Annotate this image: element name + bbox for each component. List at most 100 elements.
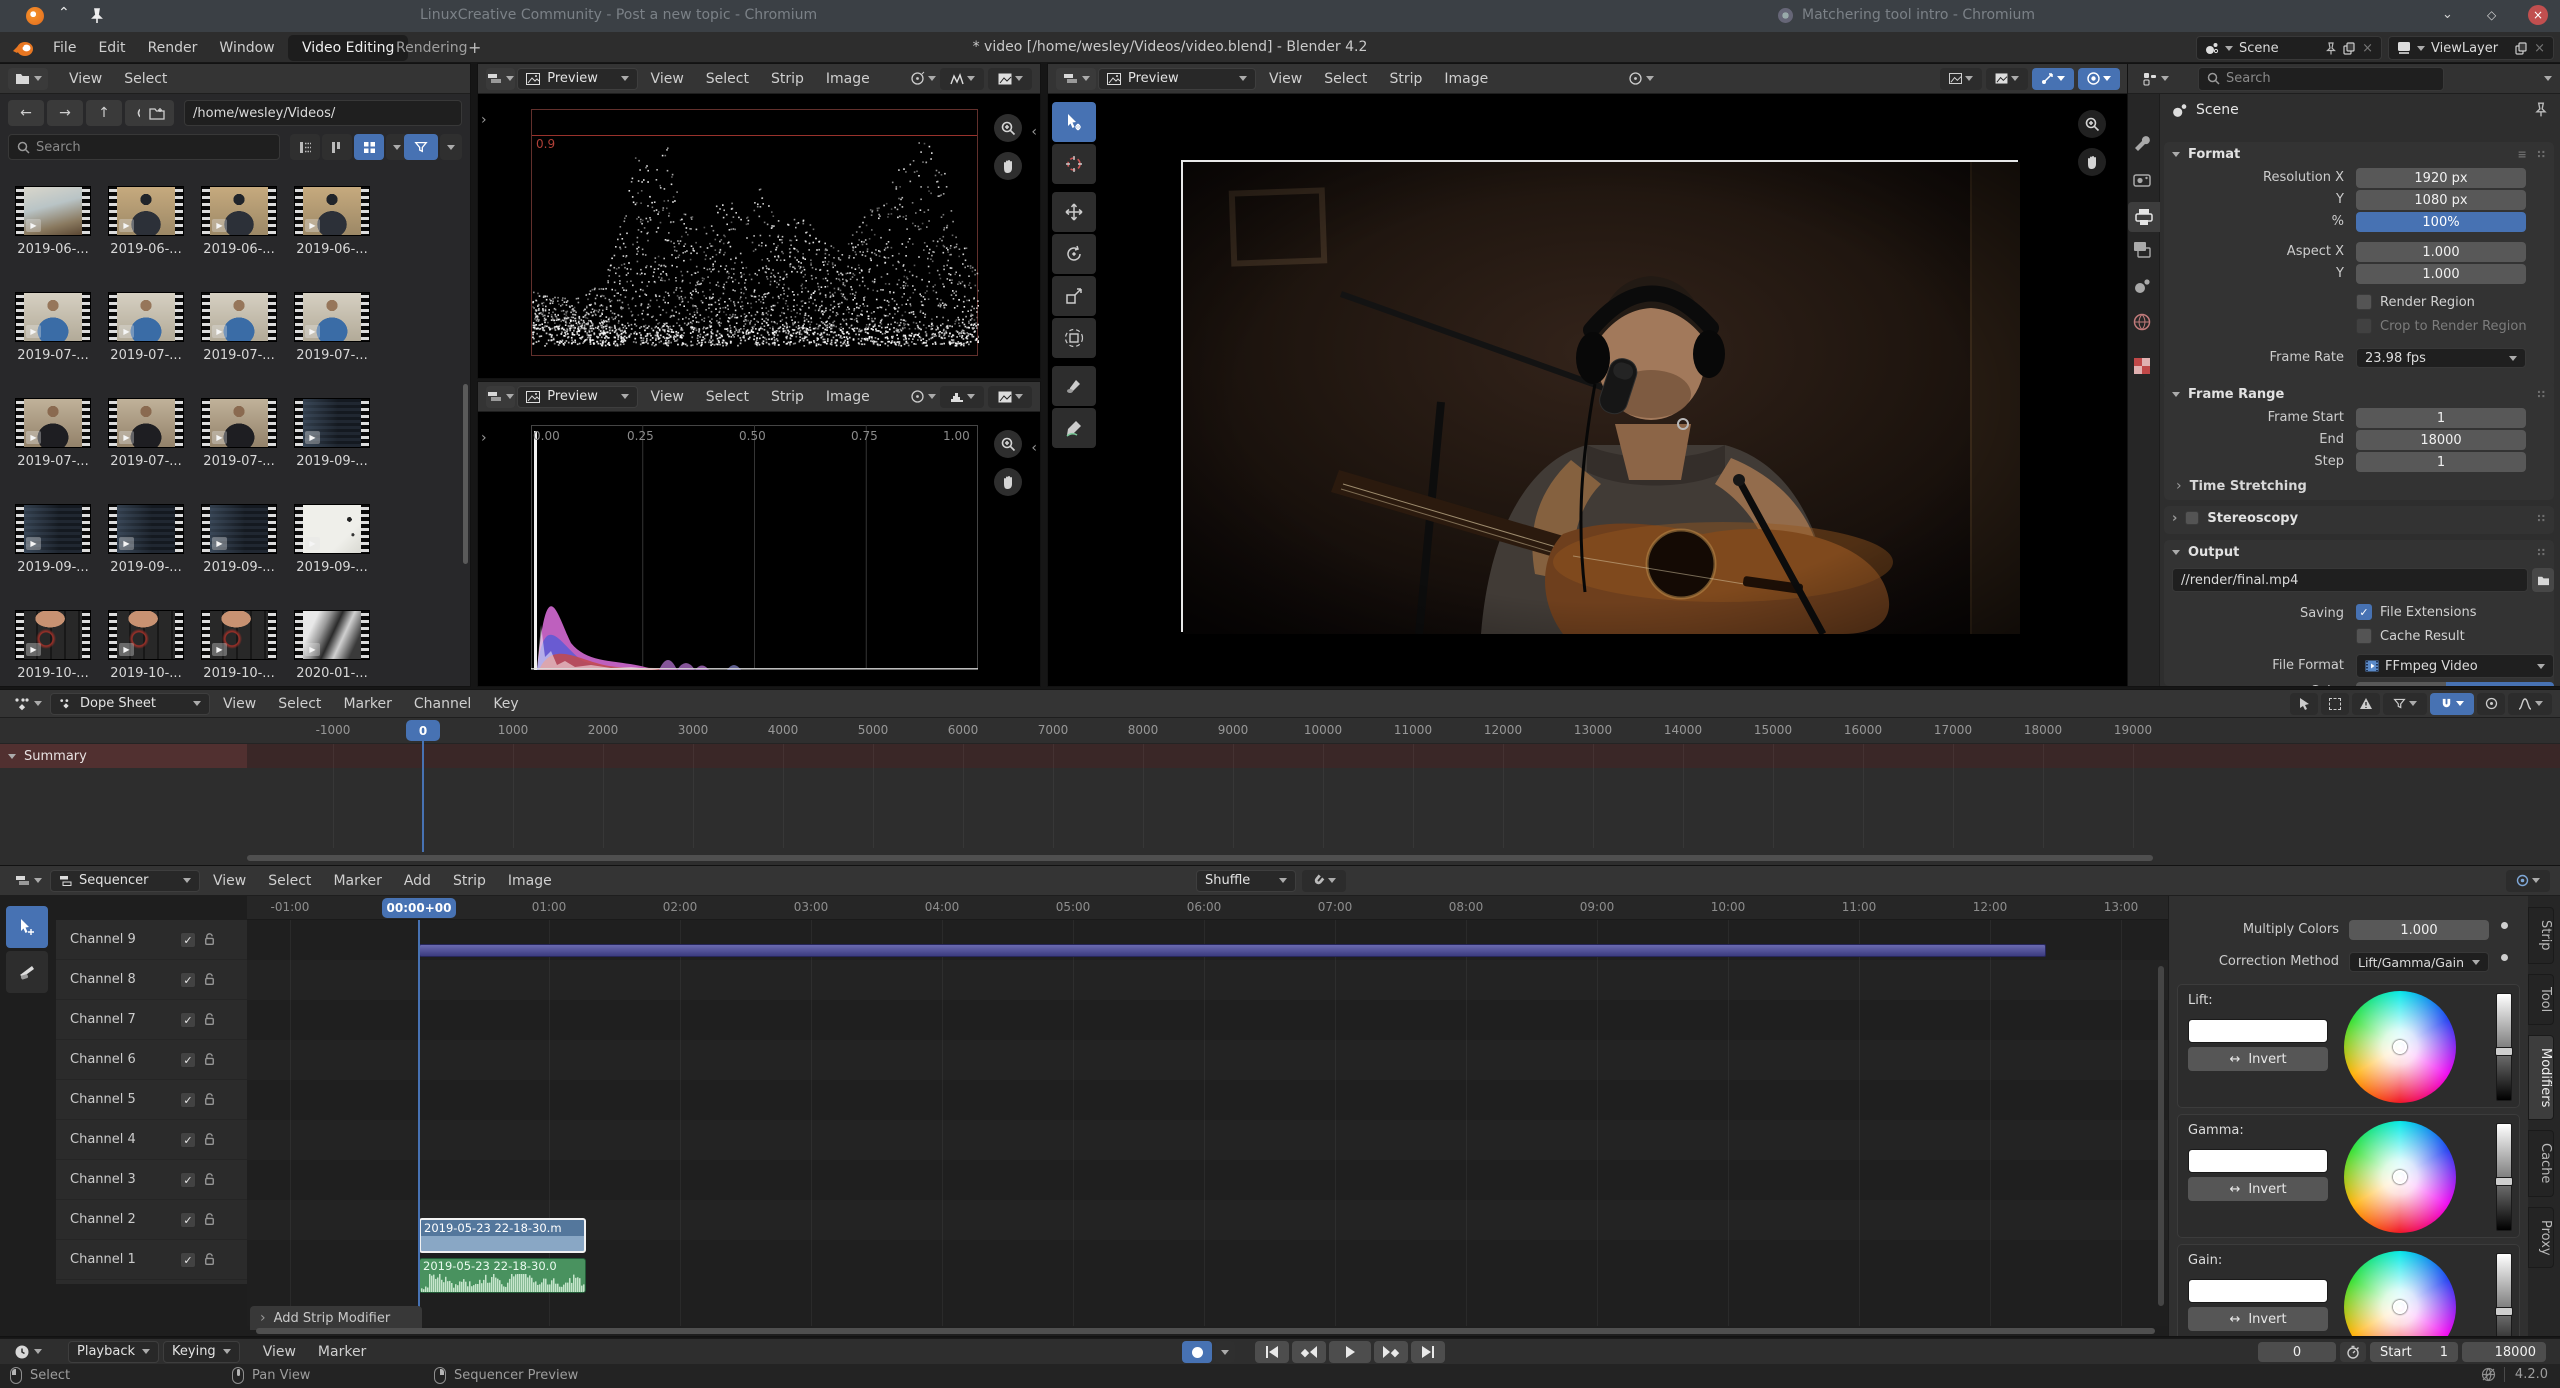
file-item[interactable]: ▶ 2020-01-... bbox=[287, 610, 377, 681]
file-item[interactable]: ▶ 2019-07-... bbox=[8, 292, 98, 363]
zoom-in-button[interactable] bbox=[994, 114, 1022, 142]
dope-sheet-menu[interactable]: View bbox=[212, 690, 267, 718]
collapse-caret[interactable] bbox=[2172, 151, 2180, 157]
editor-type-button[interactable] bbox=[486, 67, 516, 90]
zoom-in-button[interactable] bbox=[2078, 110, 2106, 138]
frame-start-field[interactable]: 1 bbox=[2356, 408, 2526, 428]
path-field[interactable]: /home/wesley/Videos/ bbox=[184, 100, 462, 126]
dope-sheet-mode-dropdown[interactable]: Dope Sheet bbox=[50, 692, 210, 715]
back-button[interactable]: ← bbox=[8, 100, 44, 126]
pin-icon[interactable] bbox=[90, 8, 104, 24]
annotate-tool-button[interactable] bbox=[1052, 408, 1096, 448]
render-region-checkbox[interactable] bbox=[2356, 294, 2372, 310]
color-rgb-button[interactable]: RGB bbox=[2446, 682, 2554, 686]
dope-ruler[interactable]: -1000 1000 2000 3000 4000 5000 6000 7000 8000 900… bbox=[0, 718, 2560, 744]
tab-tool[interactable] bbox=[2132, 134, 2152, 154]
proportional-edit-button[interactable] bbox=[2477, 692, 2505, 715]
current-frame-badge[interactable]: 0 bbox=[406, 720, 440, 741]
background-window-title[interactable]: LinuxCreative Community - Post a new top… bbox=[420, 7, 817, 23]
channel-row[interactable]: Channel 2 ✓ bbox=[56, 1200, 247, 1240]
editor-type-button[interactable] bbox=[2136, 68, 2176, 90]
audio-strip[interactable]: 2019-05-23 22-18-30.0 bbox=[419, 1258, 586, 1293]
keyframe-decorator[interactable] bbox=[2501, 954, 2508, 961]
channel-checkbox[interactable]: ✓ bbox=[180, 931, 196, 948]
collapse-caret[interactable] bbox=[2172, 391, 2180, 397]
tab-tool[interactable]: Tool bbox=[2528, 973, 2554, 1025]
channel-row[interactable]: Channel 6 ✓ bbox=[56, 1040, 247, 1080]
properties-search-input[interactable]: Search bbox=[2198, 66, 2444, 91]
frame-step-field[interactable]: 1 bbox=[2356, 452, 2526, 472]
file-extensions-checkbox[interactable]: ✓ bbox=[2356, 604, 2372, 620]
file-browser-scrollbar[interactable] bbox=[463, 384, 468, 564]
cursor-tool-button[interactable] bbox=[1052, 144, 1096, 184]
window-maximize-icon[interactable]: ◇ bbox=[2487, 8, 2496, 22]
scope-menu[interactable]: Select bbox=[695, 65, 760, 93]
channel-checkbox[interactable]: ✓ bbox=[180, 1251, 196, 1268]
file-item[interactable]: ▶ 2019-10-... bbox=[194, 610, 284, 681]
jump-to-end-button[interactable] bbox=[1411, 1341, 1445, 1363]
sequencer-vscrollbar[interactable] bbox=[2158, 966, 2164, 1306]
lift-value-slider[interactable] bbox=[2495, 993, 2513, 1101]
add-strip-modifier-panel[interactable]: › Add Strip Modifier bbox=[250, 1306, 422, 1330]
scope-type-dropdown[interactable] bbox=[940, 67, 984, 90]
scope-menu[interactable]: View bbox=[640, 383, 695, 411]
channel-row[interactable]: Channel 5 ✓ bbox=[56, 1080, 247, 1120]
file-item[interactable]: ▶ 2019-09-... bbox=[8, 504, 98, 575]
scope-type-dropdown[interactable] bbox=[940, 385, 984, 408]
channel-checkbox[interactable]: ✓ bbox=[180, 1171, 196, 1188]
jump-to-start-button[interactable] bbox=[1255, 1341, 1289, 1363]
resolution-percent-slider[interactable]: 100% bbox=[2356, 212, 2526, 232]
use-preview-range-button[interactable] bbox=[2340, 1342, 2366, 1362]
aspect-x-field[interactable]: 1.000 bbox=[2356, 242, 2526, 262]
lock-open-icon[interactable] bbox=[202, 1012, 217, 1027]
window-close-icon[interactable]: × bbox=[2528, 5, 2548, 25]
preview-menu[interactable]: Strip bbox=[1378, 65, 1433, 93]
pin-icon[interactable] bbox=[2534, 102, 2548, 117]
channel-row[interactable]: Channel 7 ✓ bbox=[56, 1000, 247, 1040]
only-show-selected-button[interactable] bbox=[2321, 692, 2349, 715]
editor-type-button[interactable] bbox=[8, 870, 48, 892]
sequencer-menu[interactable]: Strip bbox=[442, 867, 497, 895]
output-path-field[interactable]: //render/final.mp4 bbox=[2172, 568, 2528, 592]
pan-view-button[interactable] bbox=[2078, 148, 2106, 176]
preview-menu[interactable]: Image bbox=[1433, 65, 1499, 93]
collapse-caret[interactable] bbox=[2172, 549, 2180, 555]
file-item[interactable]: ▶ 2019-07-... bbox=[8, 398, 98, 469]
blender-logo-icon[interactable] bbox=[12, 38, 34, 58]
auto-keyframe-button[interactable] bbox=[1182, 1341, 1212, 1363]
file-item[interactable]: ▶ 2019-07-... bbox=[194, 398, 284, 469]
scale-tool-button[interactable] bbox=[1052, 276, 1096, 316]
movie-strip[interactable]: 2019-05-23 22-18-30.m bbox=[419, 1218, 586, 1253]
forward-button[interactable]: → bbox=[47, 100, 83, 126]
preview-menu[interactable]: Select bbox=[1313, 65, 1378, 93]
tab-texture[interactable] bbox=[2132, 356, 2152, 376]
editor-type-button[interactable] bbox=[8, 693, 48, 715]
topbar-menu[interactable]: Window bbox=[208, 34, 285, 62]
pin-icon[interactable] bbox=[2325, 41, 2337, 55]
sequencer-menu[interactable]: Image bbox=[497, 867, 563, 895]
gain-invert-button[interactable]: ↔ Invert bbox=[2188, 1307, 2328, 1331]
display-mode-dropdown[interactable]: Preview bbox=[517, 67, 638, 90]
crop-render-region-checkbox[interactable] bbox=[2356, 318, 2372, 334]
sequencer-timeline[interactable]: 2019-05-23 22-18-30.m 2019-05-23 22-18-3… bbox=[247, 920, 2168, 1326]
remove-icon[interactable]: × bbox=[2534, 41, 2545, 56]
up-button[interactable]: ↑ bbox=[86, 100, 122, 126]
channel-checkbox[interactable]: ✓ bbox=[180, 971, 196, 988]
preview-menu[interactable]: View bbox=[1258, 65, 1313, 93]
tab-render[interactable] bbox=[2132, 170, 2152, 190]
cache-result-checkbox[interactable] bbox=[2356, 628, 2372, 644]
overlap-mode-dropdown[interactable]: Shuffle bbox=[1196, 869, 1296, 892]
panel-options[interactable]: ∷ bbox=[2537, 546, 2546, 559]
blender-logo-icon[interactable] bbox=[26, 7, 44, 25]
channel-checkbox[interactable]: ✓ bbox=[180, 1131, 196, 1148]
view-type-dropdown[interactable] bbox=[1940, 67, 1982, 90]
background-window-title-2[interactable]: Matchering tool intro - Chromium bbox=[1802, 7, 2035, 23]
falloff-dropdown[interactable] bbox=[2508, 692, 2552, 715]
lock-open-icon[interactable] bbox=[202, 1092, 217, 1107]
lift-color-wheel[interactable] bbox=[2344, 991, 2456, 1103]
frame-rate-dropdown[interactable]: 23.98 fps bbox=[2356, 348, 2526, 368]
channel-row[interactable]: Channel 3 ✓ bbox=[56, 1160, 247, 1200]
scope-menu[interactable]: Strip bbox=[760, 383, 815, 411]
filter-settings-caret[interactable] bbox=[440, 134, 462, 160]
lock-open-icon[interactable] bbox=[202, 1172, 217, 1187]
